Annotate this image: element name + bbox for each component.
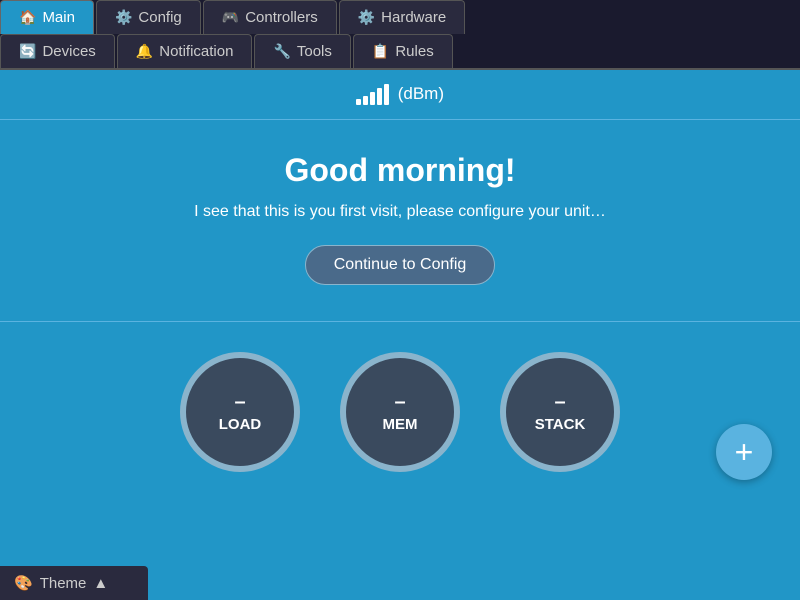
tab-controllers-label: Controllers — [245, 9, 318, 26]
gauge-stack-value: – — [554, 391, 565, 414]
tab-notification[interactable]: 🔔 Notification — [117, 34, 253, 68]
theme-palette-icon: 🎨 — [14, 574, 33, 592]
gauge-load-value: – — [234, 391, 245, 414]
gauge-mem-label: MEM — [383, 416, 418, 433]
fab-button[interactable]: + — [716, 424, 772, 480]
home-icon: 🏠 — [19, 9, 36, 26]
tab-row-2: 🔄 Devices 🔔 Notification 🔧 Tools 📋 Rules — [0, 34, 800, 68]
tab-devices-label: Devices — [42, 43, 95, 60]
theme-label: Theme — [40, 575, 87, 592]
tab-tools[interactable]: 🔧 Tools — [254, 34, 350, 68]
tab-tools-label: Tools — [297, 43, 332, 60]
tab-hardware[interactable]: ⚙️ Hardware — [339, 0, 465, 34]
signal-icon — [356, 84, 389, 105]
tab-main-label: Main — [42, 9, 75, 26]
tab-notification-label: Notification — [159, 43, 233, 60]
tab-hardware-label: Hardware — [381, 9, 446, 26]
continue-button[interactable]: Continue to Config — [305, 245, 496, 285]
welcome-section: Good morning! I see that this is you fir… — [0, 120, 800, 322]
notification-icon: 🔔 — [136, 43, 153, 60]
signal-label: (dBm) — [398, 84, 444, 103]
rules-icon: 📋 — [372, 43, 389, 60]
theme-bar[interactable]: 🎨 Theme ▲ — [0, 566, 148, 600]
tab-bar: 🏠 Main ⚙️ Config 🎮 Controllers ⚙️ Hardwa… — [0, 0, 800, 70]
gauges-section: – LOAD – MEM – STACK + — [0, 322, 800, 492]
gauge-stack-label: STACK — [535, 416, 586, 433]
gauge-mem: – MEM — [340, 352, 460, 472]
tab-rules[interactable]: 📋 Rules — [353, 34, 453, 68]
tab-rules-label: Rules — [395, 43, 433, 60]
tab-main[interactable]: 🏠 Main — [0, 0, 94, 34]
controllers-icon: 🎮 — [222, 9, 239, 26]
tab-devices[interactable]: 🔄 Devices — [0, 34, 115, 68]
tools-icon: 🔧 — [273, 43, 290, 60]
tab-config[interactable]: ⚙️ Config — [96, 0, 201, 34]
gauge-load: – LOAD — [180, 352, 300, 472]
tab-config-label: Config — [138, 9, 181, 26]
config-icon: ⚙️ — [115, 9, 132, 26]
tab-controllers[interactable]: 🎮 Controllers — [203, 0, 337, 34]
hardware-icon: ⚙️ — [358, 9, 375, 26]
welcome-title: Good morning! — [30, 152, 770, 189]
devices-icon: 🔄 — [19, 43, 36, 60]
welcome-message: I see that this is you first visit, plea… — [30, 203, 770, 221]
tab-row-1: 🏠 Main ⚙️ Config 🎮 Controllers ⚙️ Hardwa… — [0, 0, 800, 34]
gauge-load-label: LOAD — [219, 416, 262, 433]
gauge-stack: – STACK — [500, 352, 620, 472]
signal-bar: (dBm) — [0, 70, 800, 120]
gauge-mem-value: – — [394, 391, 405, 414]
theme-arrow-icon: ▲ — [93, 575, 108, 592]
